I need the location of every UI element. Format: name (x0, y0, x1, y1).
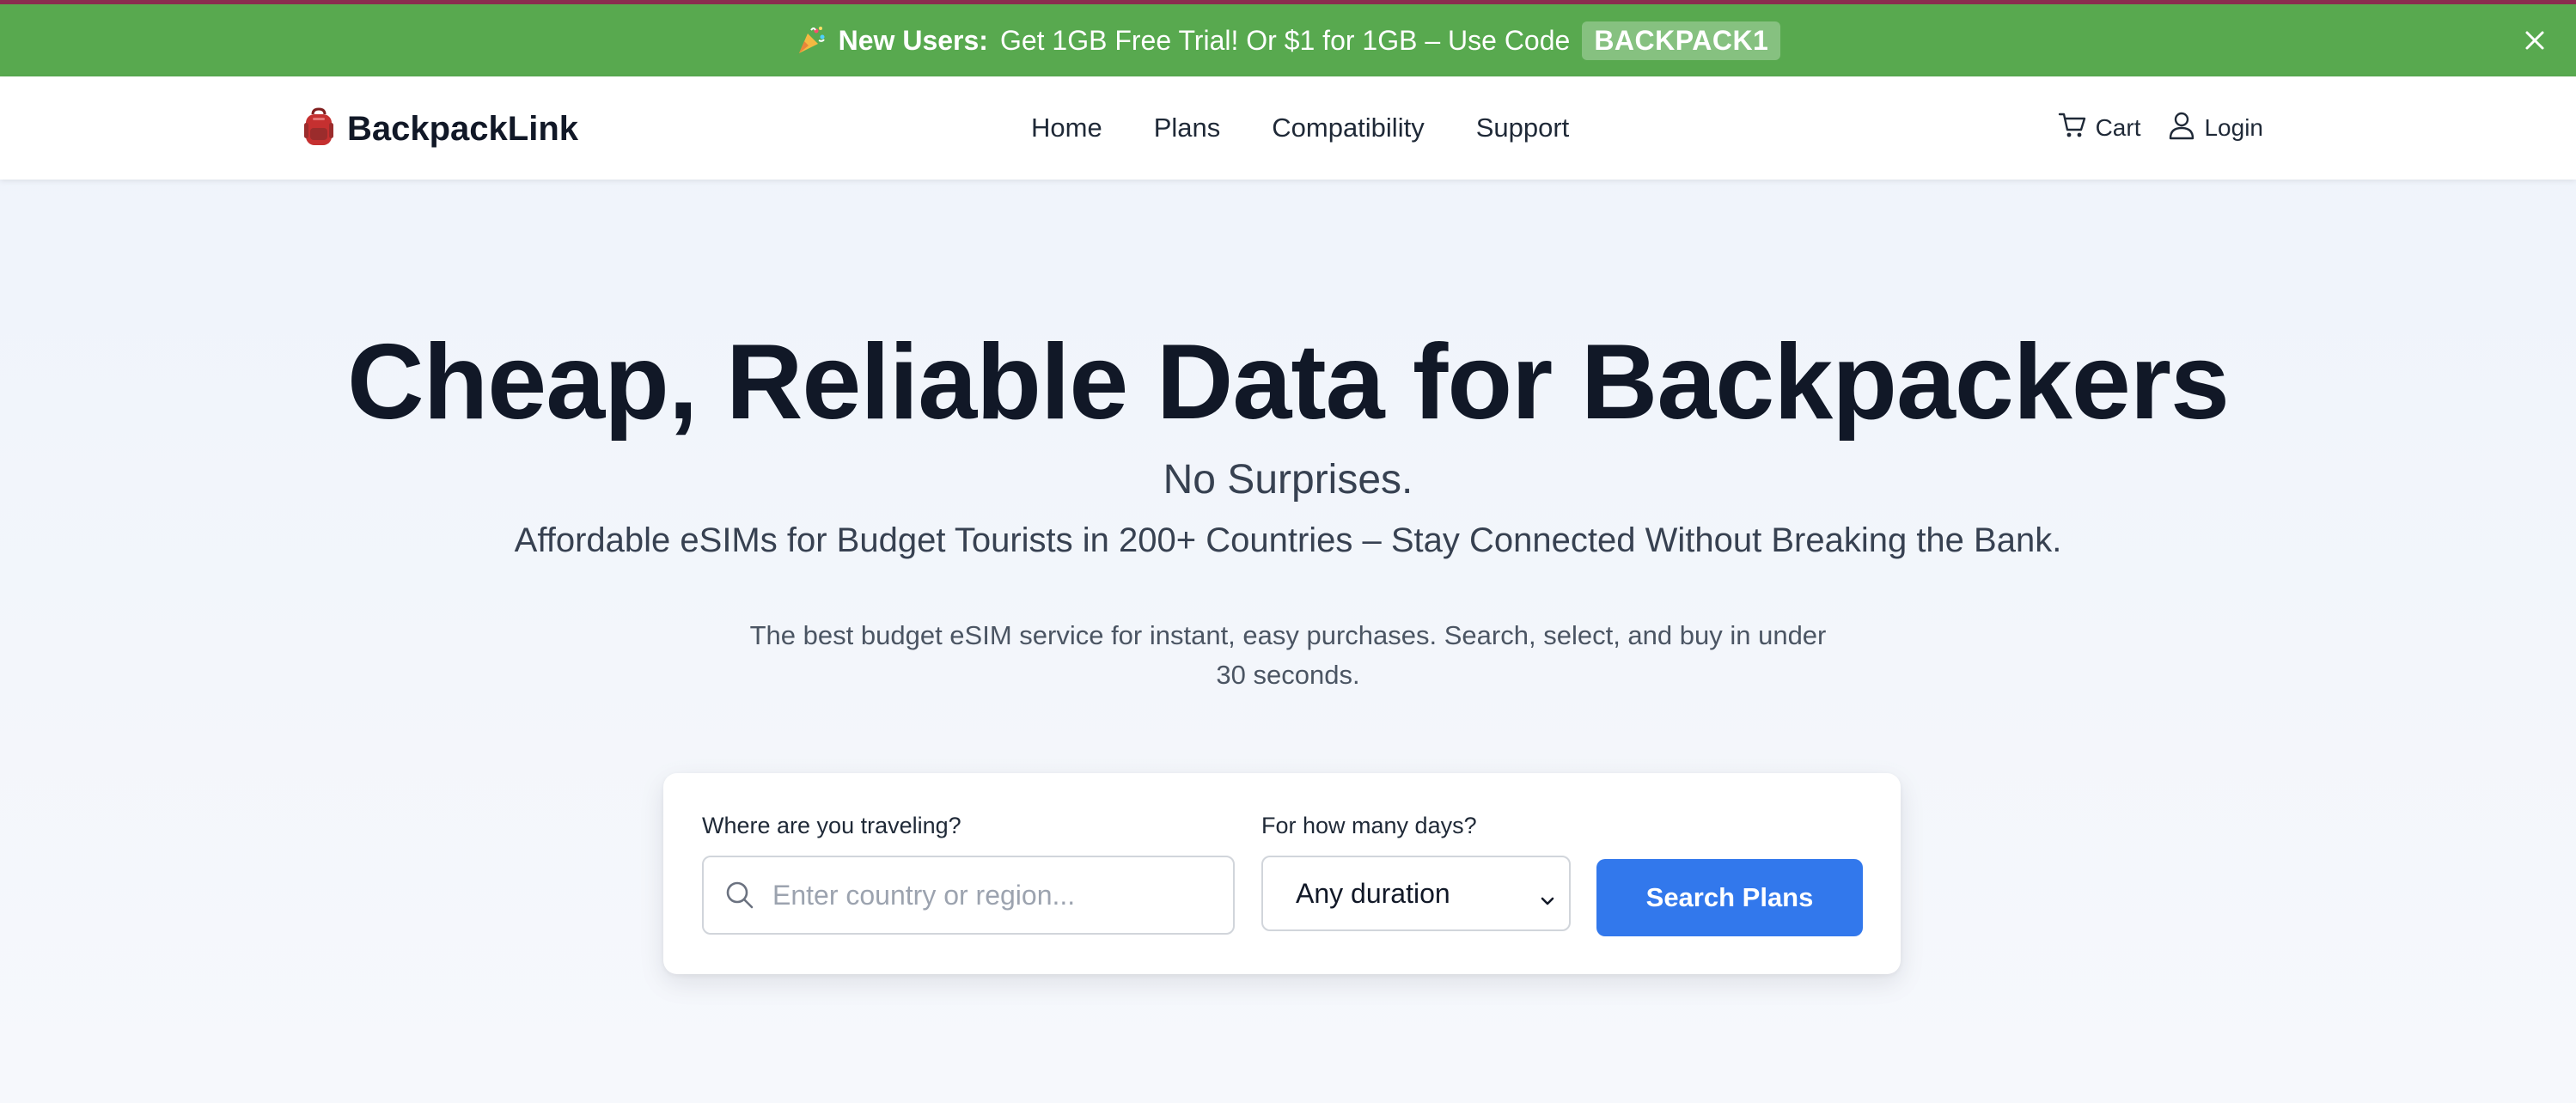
chevron-down-icon (1538, 886, 1557, 905)
destination-field[interactable] (702, 856, 1235, 935)
nav-actions: Cart Login (2058, 76, 2263, 180)
destination-label: Where are you traveling? (702, 813, 961, 838)
promo-banner: New Users: Get 1GB Free Trial! Or $1 for… (0, 4, 2576, 76)
party-popper-icon (796, 25, 827, 56)
hero-tagline: Affordable eSIMs for Budget Tourists in … (514, 521, 2062, 559)
login-label: Login (2204, 114, 2263, 141)
promo-text: Get 1GB Free Trial! Or $1 for 1GB – Use … (999, 24, 1571, 56)
cart-icon (2058, 111, 2087, 146)
cart-link[interactable]: Cart (2058, 111, 2141, 146)
promo-bold-text: New Users: (838, 24, 988, 56)
duration-select[interactable]: Any duration (1261, 856, 1571, 931)
main-nav: Home Plans Compatibility Support (1031, 76, 1569, 180)
navbar: BackpackLink Home Plans Compatibility Su… (0, 76, 2576, 180)
cart-label: Cart (2095, 114, 2141, 141)
hero-subtitle: No Surprises. (1163, 457, 1413, 503)
nav-link-compatibility[interactable]: Compatibility (1272, 113, 1424, 143)
plan-search-card: Where are you traveling? For how many da… (663, 773, 1901, 974)
close-icon[interactable] (2519, 25, 2550, 56)
nav-link-home[interactable]: Home (1031, 113, 1102, 143)
duration-selected-value: Any duration (1296, 877, 1450, 909)
logo[interactable]: BackpackLink (302, 107, 578, 151)
logo-text: BackpackLink (347, 110, 579, 148)
promo-content: New Users: Get 1GB Free Trial! Or $1 for… (796, 21, 1781, 60)
search-icon (724, 880, 755, 911)
search-plans-button[interactable]: Search Plans (1596, 859, 1863, 936)
hero-description: The best budget eSIM service for instant… (749, 620, 1827, 690)
login-link[interactable]: Login (2168, 111, 2263, 146)
promo-code-badge: BACKPACK1 (1582, 21, 1781, 60)
nav-link-plans[interactable]: Plans (1154, 113, 1221, 143)
user-icon (2168, 111, 2195, 146)
destination-input[interactable] (771, 878, 1221, 912)
nav-link-support[interactable]: Support (1476, 113, 1570, 143)
duration-label: For how many days? (1261, 813, 1477, 838)
hero-title: Cheap, Reliable Data for Backpackers (346, 323, 2230, 442)
backpack-icon (302, 107, 335, 151)
